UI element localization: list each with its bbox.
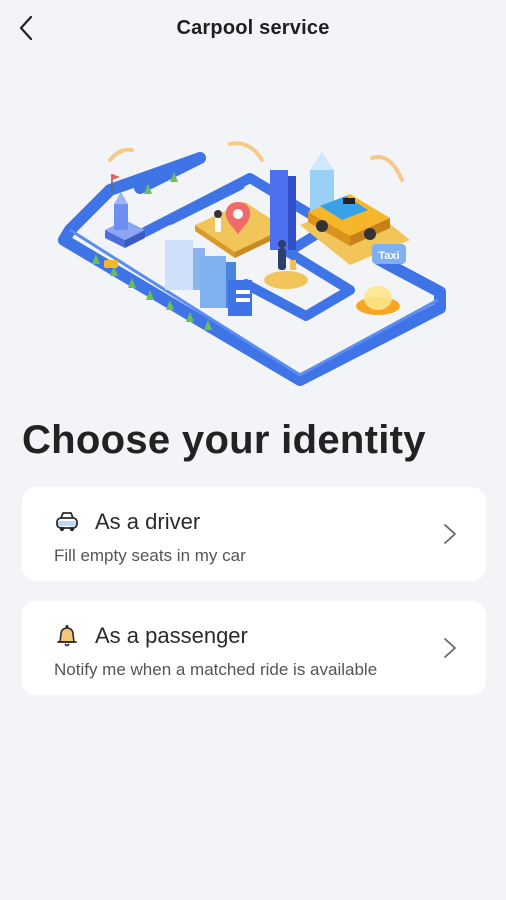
chevron-right-icon — [444, 638, 456, 658]
driver-option-subtitle: Fill empty seats in my car — [54, 546, 246, 565]
bell-icon — [57, 625, 77, 647]
page-title: Carpool service — [176, 17, 330, 39]
car-icon — [56, 512, 78, 532]
passenger-option-card[interactable]: As a passenger Notify me when a matched … — [22, 601, 486, 695]
taxi-sign-text: Taxi — [378, 250, 399, 262]
header-bar: Carpool service — [0, 0, 506, 58]
passenger-option-title: As a passenger — [95, 623, 248, 648]
chevron-right-icon — [444, 524, 456, 544]
identity-heading: Choose your identity — [22, 418, 426, 462]
driver-option-title: As a driver — [95, 509, 201, 534]
carpool-illustration: Taxi — [58, 141, 446, 386]
driver-option-card[interactable]: As a driver Fill empty seats in my car — [22, 487, 486, 581]
passenger-option-subtitle: Notify me when a matched ride is availab… — [54, 660, 378, 679]
